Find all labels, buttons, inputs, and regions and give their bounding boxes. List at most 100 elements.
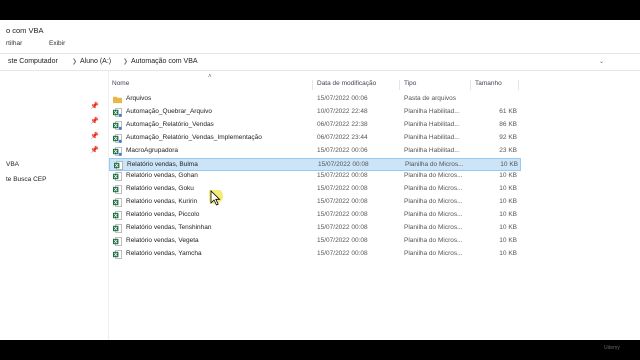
file-type: Planilha Habilitad...	[404, 120, 460, 128]
file-row[interactable]: Automação_Relatório_Vendas_Implementação…	[109, 132, 521, 145]
breadcrumb-folder[interactable]: Automação com VBA	[131, 58, 198, 65]
file-date: 15/07/2022 00:08	[317, 198, 368, 206]
excel-icon	[113, 185, 122, 195]
file-type: Planilha do Micros...	[404, 249, 463, 257]
file-row[interactable]: Relatório vendas, Piccolo 15/07/2022 00:0…	[109, 209, 521, 222]
file-type: Planilha do Micros...	[405, 160, 464, 168]
file-row[interactable]: Relatório vendas, Vegeta 15/07/2022 00:08…	[109, 235, 521, 248]
file-type: Planilha do Micros...	[404, 224, 463, 231]
file-size: 61 KB	[499, 107, 517, 115]
breadcrumb-chevron-icon[interactable]: ❯	[123, 58, 128, 65]
file-type: Planilha Habilitad...	[404, 133, 460, 141]
file-date: 15/07/2022 00:08	[317, 185, 368, 193]
excel-icon	[113, 224, 122, 233]
file-date: 15/07/2022 00:08	[317, 236, 368, 244]
file-date: 10/07/2022 22:48	[317, 107, 368, 115]
file-name: MacroAgrupadora	[126, 146, 179, 154]
ribbon-tab-share[interactable]: rtilhar	[6, 40, 22, 47]
file-date: 15/07/2022 00:08	[317, 224, 368, 231]
nav-item-busca-cep[interactable]: te Busca CEP	[6, 176, 46, 183]
excel-macro-icon	[113, 133, 122, 143]
excel-macro-icon	[113, 146, 122, 156]
video-frame: o com VBA rtilhar Exibir ste Computador …	[0, 0, 640, 360]
scrollbar[interactable]	[632, 70, 640, 340]
file-row[interactable]: Relatório vendas, Gohan 15/07/2022 00:08 P…	[109, 170, 521, 183]
breadcrumb-chevron-icon[interactable]: ❯	[72, 58, 77, 65]
column-header-name[interactable]: Nome	[108, 80, 129, 90]
file-name: Automação_Relatório_Vendas	[126, 120, 214, 128]
file-row[interactable]: Automação_Quebrar_Arquivo 10/07/2022 22:4…	[109, 106, 521, 119]
file-name: Relatório vendas, Piccolo	[126, 211, 200, 219]
folder-icon	[113, 96, 122, 104]
file-name: Automação_Relatório_Vendas_Implementação	[126, 133, 262, 141]
file-name: Relatório vendas, Kuririn	[126, 198, 198, 206]
file-type: Planilha do Micros...	[404, 185, 463, 193]
file-date: 15/07/2022 00:06	[317, 146, 368, 154]
folder-row[interactable]: Arquivos 15/07/2022 00:06 Pasta de arquivo…	[109, 93, 521, 106]
excel-icon	[113, 172, 122, 182]
file-date: 15/07/2022 00:08	[317, 211, 368, 219]
pin-icon: 📌	[90, 103, 99, 110]
address-bar[interactable]: ste Computador ❯ Aluno (A:) ❯ Automação …	[0, 54, 640, 71]
watermark: Udemy	[604, 345, 620, 351]
file-date: 15/07/2022 00:06	[317, 95, 368, 102]
file-size: 10 KB	[499, 185, 517, 193]
file-type: Planilha Habilitad...	[404, 107, 460, 115]
file-date: 15/07/2022 00:08	[318, 160, 369, 168]
window-title: o com VBA	[6, 26, 44, 35]
excel-macro-icon	[113, 108, 122, 117]
navigation-pane: 📌 📌 📌 📌 VBA te Busca CEP	[0, 70, 109, 340]
file-date: 15/07/2022 00:08	[317, 249, 368, 257]
file-name: Relatório vendas, Goku	[126, 185, 194, 193]
file-row[interactable]: Relatório vendas, Yamcha 15/07/2022 00:08…	[109, 248, 521, 261]
file-row[interactable]: Relatório vendas, Bulma 15/07/2022 00:08 P…	[109, 157, 521, 171]
file-date: 06/07/2022 22:38	[317, 120, 368, 128]
column-header-divider	[518, 80, 543, 90]
file-name: Relatório vendas, Gohan	[126, 172, 198, 180]
file-size: 10 KB	[499, 211, 517, 219]
file-explorer-window: o com VBA rtilhar Exibir ste Computador …	[0, 20, 640, 340]
letterbox-top	[0, 0, 640, 20]
file-name: Relatório vendas, Yamcha	[126, 249, 202, 257]
file-row[interactable]: Relatório vendas, Kuririn 15/07/2022 00:0…	[109, 196, 521, 209]
excel-icon	[113, 211, 122, 220]
file-size: 10 KB	[500, 160, 518, 168]
file-size: 10 KB	[499, 172, 517, 180]
column-header-type[interactable]: Tipo	[399, 80, 416, 90]
breadcrumb-computer[interactable]: ste Computador	[8, 58, 58, 65]
file-row[interactable]: Automação_Relatório_Vendas 06/07/2022 22:…	[109, 119, 521, 132]
file-name: Relatório vendas, Bulma	[127, 160, 198, 168]
breadcrumb-drive[interactable]: Aluno (A:)	[80, 58, 111, 65]
file-row[interactable]: Relatório vendas, Tenshinhan 15/07/2022 0…	[109, 222, 521, 235]
chevron-down-icon[interactable]: ⌄	[599, 58, 604, 65]
pin-icon: 📌	[90, 133, 99, 140]
file-size: 10 KB	[499, 236, 517, 244]
file-type: Planilha Habilitad...	[404, 146, 460, 154]
column-header-date[interactable]: Data de modificação	[312, 80, 376, 90]
nav-item-vba[interactable]: VBA	[6, 161, 19, 168]
file-type: Planilha do Micros...	[404, 172, 463, 180]
file-type: Pasta de arquivos	[404, 95, 457, 102]
file-row[interactable]: MacroAgrupadora 15/07/2022 00:06 Planilha …	[109, 145, 521, 158]
file-name: Arquivos	[126, 95, 152, 102]
ribbon-tab-view[interactable]: Exibir	[49, 40, 65, 47]
file-name: Relatório vendas, Vegeta	[126, 236, 199, 244]
excel-icon	[113, 198, 122, 208]
excel-macro-icon	[113, 120, 122, 130]
excel-icon	[113, 237, 122, 246]
pin-icon: 📌	[90, 147, 99, 154]
mouse-cursor-icon	[209, 190, 223, 206]
letterbox-bottom	[0, 340, 640, 360]
file-size: 10 KB	[499, 224, 517, 231]
file-name: Relatório vendas, Tenshinhan	[126, 224, 212, 231]
file-size: 86 KB	[499, 120, 517, 128]
file-name: Automação_Quebrar_Arquivo	[126, 107, 212, 115]
column-header-row: Nome Data de modificação Tipo Tamanho	[108, 76, 548, 91]
file-date: 06/07/2022 23:44	[317, 133, 368, 141]
file-size: 10 KB	[499, 198, 517, 206]
file-size: 10 KB	[499, 249, 517, 257]
file-type: Planilha do Micros...	[404, 198, 463, 206]
file-row[interactable]: Relatório vendas, Goku 15/07/2022 00:08 Pl…	[109, 183, 521, 196]
column-header-size[interactable]: Tamanho	[470, 80, 502, 90]
file-size: 23 KB	[499, 146, 517, 154]
